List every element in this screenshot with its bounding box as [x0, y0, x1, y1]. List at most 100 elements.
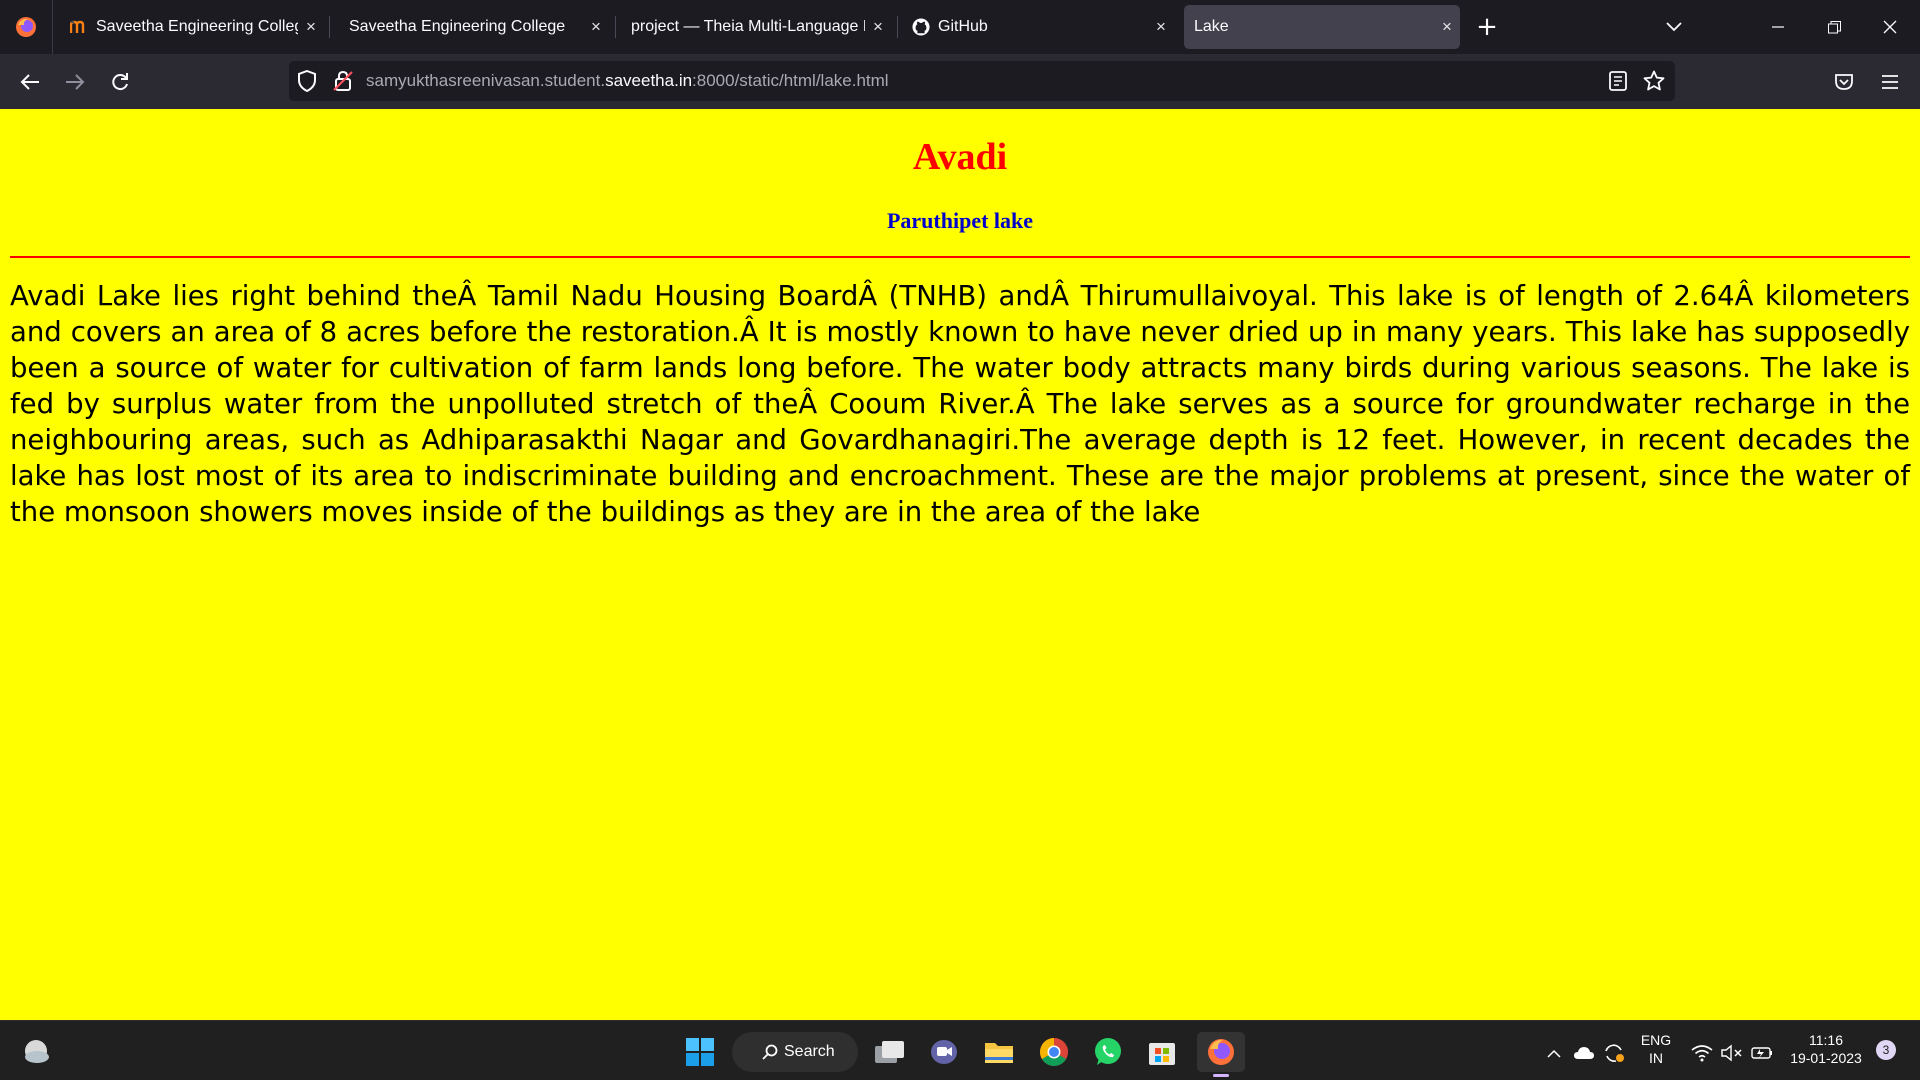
volume-muted-icon	[1721, 1044, 1742, 1062]
tab-saveetha-moodle[interactable]: Saveetha Engineering College ×	[62, 5, 324, 49]
address-bar[interactable]: samyukthasreenivasan.student.saveetha.in…	[289, 61, 1675, 101]
store-icon	[1149, 1043, 1175, 1065]
clock-date: 19-01-2023	[1790, 1050, 1862, 1066]
tab-saveetha-college[interactable]: Saveetha Engineering College ×	[339, 5, 609, 49]
navigation-toolbar: samyukthasreenivasan.student.saveetha.in…	[0, 54, 1920, 109]
input-language-indicator[interactable]: ENG IN	[1636, 1031, 1676, 1067]
onedrive-cloud-icon	[1574, 1047, 1594, 1059]
close-tab-icon[interactable]: ×	[1148, 17, 1174, 37]
teams-chat-button[interactable]	[924, 1032, 964, 1072]
moodle-m-icon	[70, 18, 88, 36]
close-window-button[interactable]	[1862, 0, 1918, 54]
tab-separator	[615, 16, 616, 38]
chevron-up-icon	[1547, 1049, 1561, 1058]
onedrive-button[interactable]	[1572, 1041, 1596, 1065]
close-tab-icon[interactable]: ×	[298, 17, 324, 37]
active-app-indicator	[1213, 1074, 1229, 1077]
microsoft-store-button[interactable]	[1142, 1032, 1182, 1072]
close-icon	[1883, 20, 1897, 34]
notification-count-badge[interactable]: 3	[1876, 1040, 1896, 1060]
search-icon	[762, 1044, 778, 1060]
clock-time: 11:16	[1809, 1032, 1843, 1048]
tab-title: Lake	[1194, 18, 1229, 35]
lake-description-paragraph: Avadi Lake lies right behind theÂ Tamil …	[10, 280, 1910, 528]
page-heading: Avadi	[912, 136, 1008, 178]
url-text[interactable]: samyukthasreenivasan.student.saveetha.in…	[366, 71, 889, 91]
whatsapp-icon	[1095, 1038, 1121, 1065]
sync-icon	[1605, 1044, 1624, 1062]
hamburger-menu-icon	[1882, 75, 1898, 89]
folder-icon	[985, 1043, 1013, 1063]
chrome-icon	[1040, 1038, 1068, 1066]
arrow-right-icon	[66, 74, 85, 90]
wifi-icon	[1691, 1045, 1713, 1062]
reload-icon	[112, 73, 128, 91]
sync-status-button[interactable]	[1602, 1041, 1626, 1065]
chevron-down-icon	[1666, 22, 1682, 32]
whatsapp-button[interactable]	[1088, 1032, 1128, 1072]
url-prefix: samyukthasreenivasan.student.	[366, 71, 606, 90]
chrome-button[interactable]	[1034, 1032, 1074, 1072]
volume-button[interactable]	[1720, 1041, 1744, 1065]
firefox-icon	[16, 17, 36, 37]
arrow-left-icon	[20, 74, 39, 90]
tracking-protection-shield-icon[interactable]	[297, 69, 317, 96]
bookmark-star-icon[interactable]	[1643, 70, 1665, 96]
language-code: ENG	[1640, 1032, 1672, 1048]
tab-title: Saveetha Engineering College	[96, 18, 298, 35]
pocket-icon	[1835, 74, 1853, 90]
tab-github[interactable]: GitHub ×	[904, 5, 1174, 49]
close-tab-icon[interactable]: ×	[865, 17, 891, 37]
plus-icon: +	[1476, 12, 1498, 42]
firefox-taskbar-button[interactable]	[1197, 1032, 1245, 1077]
back-button[interactable]	[12, 64, 48, 100]
tab-separator	[329, 16, 330, 38]
show-hidden-icons-button[interactable]	[1542, 1041, 1566, 1065]
github-icon	[912, 18, 930, 36]
battery-button[interactable]	[1750, 1041, 1774, 1065]
minimize-icon	[1772, 26, 1784, 28]
task-view-icon	[875, 1041, 904, 1063]
teams-chat-icon	[931, 1040, 957, 1064]
windows-taskbar: Search ENG IN 11:16 19-01-2023	[0, 1020, 1920, 1080]
reader-view-icon[interactable]	[1609, 71, 1627, 95]
reload-button[interactable]	[102, 64, 138, 100]
close-tab-icon[interactable]: ×	[1434, 17, 1460, 37]
taskbar-search-button[interactable]: Search	[732, 1032, 858, 1072]
weather-widget-button[interactable]	[16, 1032, 56, 1072]
battery-charging-icon	[1751, 1047, 1772, 1059]
tab-title: GitHub	[938, 18, 988, 35]
page-content: Avadi Paruthipet lake Avadi Lake lies ri…	[0, 109, 1920, 1020]
windows-logo-icon	[686, 1038, 714, 1066]
new-tab-button[interactable]: +	[1470, 10, 1504, 44]
region-code: IN	[1649, 1050, 1663, 1066]
url-host: saveetha.in	[605, 71, 693, 90]
horizontal-rule	[10, 256, 1910, 258]
page-subheading: Paruthipet lake	[886, 208, 1034, 233]
tab-separator	[897, 16, 898, 38]
task-view-button[interactable]	[870, 1032, 910, 1072]
firefox-icon	[1208, 1039, 1234, 1065]
weather-cloud-icon	[25, 1040, 49, 1063]
restore-button[interactable]	[1806, 0, 1862, 54]
pocket-button[interactable]	[1826, 64, 1862, 100]
tab-theia-project[interactable]: project — Theia Multi-Language Ex ×	[623, 5, 891, 49]
clock-button[interactable]: 11:16 19-01-2023	[1786, 1031, 1866, 1067]
insecure-lock-icon[interactable]	[333, 70, 353, 96]
tab-lake[interactable]: Lake ×	[1184, 5, 1460, 49]
start-button[interactable]	[680, 1032, 720, 1072]
tab-title: Saveetha Engineering College	[349, 18, 566, 35]
close-tab-icon[interactable]: ×	[583, 17, 609, 37]
tab-strip: Saveetha Engineering College × Saveetha …	[0, 0, 1920, 54]
file-explorer-button[interactable]	[979, 1032, 1019, 1072]
list-all-tabs-button[interactable]	[1657, 10, 1691, 44]
minimize-button[interactable]	[1750, 0, 1806, 54]
search-label: Search	[784, 1043, 835, 1060]
tab-title: project — Theia Multi-Language Ex	[631, 18, 865, 35]
forward-button[interactable]	[57, 64, 93, 100]
firefox-view-button[interactable]	[0, 0, 53, 54]
wifi-button[interactable]	[1690, 1041, 1714, 1065]
app-menu-button[interactable]	[1872, 64, 1908, 100]
restore-icon	[1827, 20, 1841, 33]
url-suffix: :8000/static/html/lake.html	[692, 71, 889, 90]
